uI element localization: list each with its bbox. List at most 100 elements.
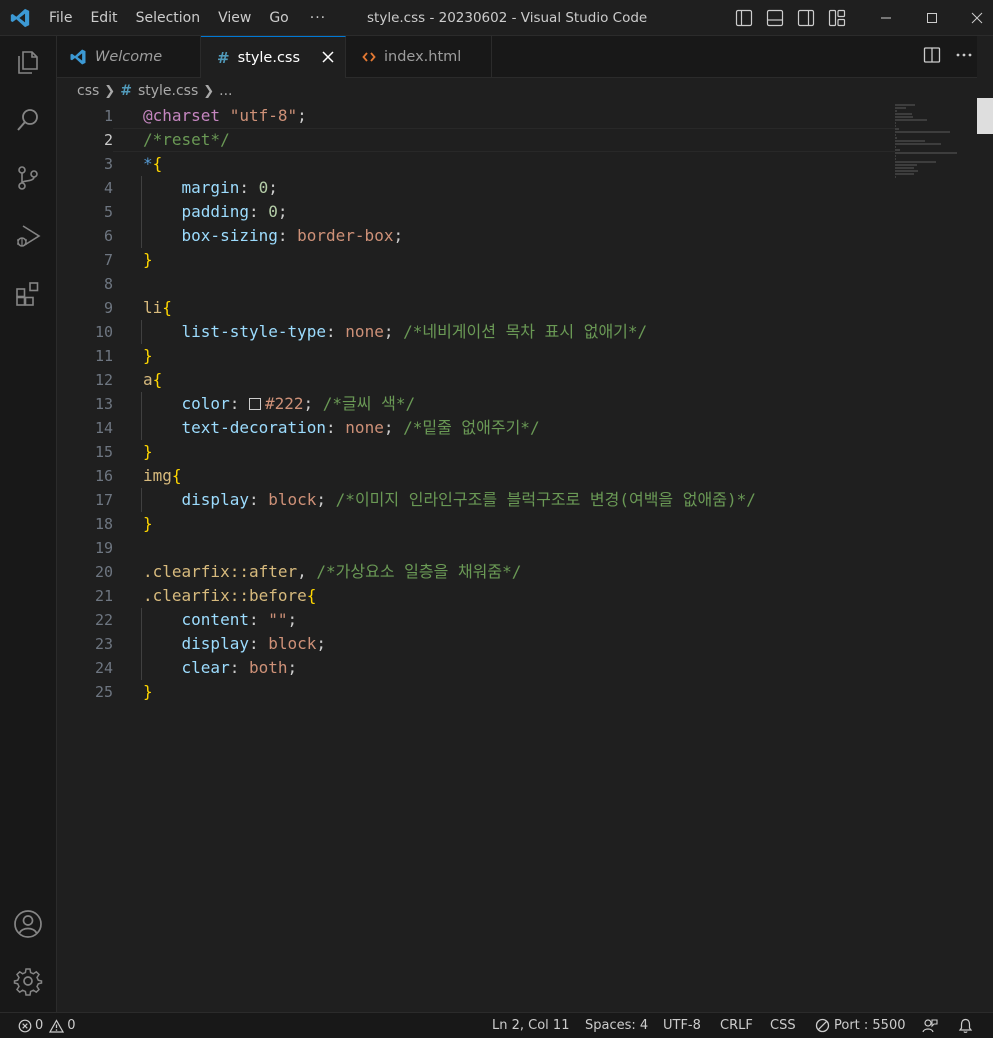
problems-indicator[interactable]: 0 0 bbox=[18, 1013, 76, 1038]
menu-go[interactable]: Go bbox=[260, 0, 297, 36]
vscode-logo-icon[interactable] bbox=[9, 7, 31, 29]
code-editor[interactable]: 1 2 3 4 5 6 7 8 9 10 11 12 13 14 15 16 17 18 19 20 21 22 23 24 2… bbox=[57, 104, 977, 1012]
minimap-row bbox=[895, 110, 898, 112]
encoding-setting[interactable]: UTF-8 bbox=[663, 1013, 701, 1038]
warning-count: 0 bbox=[67, 1018, 76, 1033]
code-line: /*reset*/ bbox=[143, 128, 893, 152]
customize-layout-icon[interactable] bbox=[828, 9, 846, 27]
minimap-row bbox=[895, 113, 912, 115]
breadcrumb-folder[interactable]: css bbox=[77, 83, 99, 99]
line-number: 14 bbox=[94, 419, 113, 437]
code-area[interactable]: @charset "utf-8"; /*reset*/ *{ margin: 0… bbox=[141, 104, 893, 704]
string-value: "utf-8" bbox=[229, 106, 298, 125]
window-controls bbox=[863, 0, 993, 36]
tab-index-html[interactable]: index.html bbox=[346, 36, 492, 78]
color-swatch[interactable] bbox=[248, 398, 261, 410]
code-line: } bbox=[143, 514, 153, 533]
menu-file[interactable]: File bbox=[40, 0, 81, 36]
close-tab-button[interactable] bbox=[321, 50, 335, 68]
line-number: 10 bbox=[94, 323, 113, 341]
value: block bbox=[268, 490, 317, 509]
line-number: 6 bbox=[103, 227, 113, 245]
close-window-button[interactable] bbox=[955, 0, 993, 36]
port-label: Port : 5500 bbox=[834, 1018, 906, 1033]
value: both bbox=[248, 658, 288, 677]
minimap[interactable] bbox=[895, 104, 975, 178]
minimap-row bbox=[895, 140, 925, 142]
menu-view[interactable]: View bbox=[209, 0, 260, 36]
explorer-button[interactable] bbox=[12, 46, 44, 78]
code-line: padding: 0; bbox=[141, 200, 893, 224]
minimap-row bbox=[895, 107, 906, 109]
tab-welcome[interactable]: Welcome bbox=[57, 36, 201, 78]
tab-style-css[interactable]: # style.css bbox=[201, 36, 346, 78]
accounts-button[interactable] bbox=[12, 908, 44, 940]
cursor-position[interactable]: Ln 2, Col 11 bbox=[492, 1013, 569, 1038]
value: border-box bbox=[297, 226, 394, 245]
more-actions-button[interactable] bbox=[955, 46, 973, 68]
line-number: 20 bbox=[94, 563, 113, 581]
eol-setting[interactable]: CRLF bbox=[720, 1013, 753, 1038]
comment: /*이미지 인라인구조를 블럭구조로 변경(여백을 없애줌)*/ bbox=[335, 490, 756, 509]
minimize-button[interactable] bbox=[863, 0, 909, 36]
search-icon bbox=[17, 109, 38, 131]
value: none bbox=[345, 418, 384, 437]
search-view-button[interactable] bbox=[12, 104, 44, 136]
line-number: 1 bbox=[103, 107, 113, 125]
value: 0 bbox=[258, 178, 269, 197]
line-number: 25 bbox=[94, 683, 113, 701]
tab-label: style.css bbox=[237, 49, 301, 66]
toggle-secondary-sidebar-icon[interactable] bbox=[797, 9, 815, 27]
code-line: color: #222; /*글씨 색*/ bbox=[141, 392, 893, 416]
minimap-row bbox=[895, 137, 898, 139]
chevron-right-icon: ❯ bbox=[104, 83, 116, 99]
ellipsis-icon bbox=[956, 53, 972, 57]
code-line: } bbox=[143, 346, 153, 365]
error-icon bbox=[18, 1019, 32, 1032]
maximize-icon bbox=[927, 13, 937, 23]
breadcrumb-file[interactable]: style.css bbox=[138, 83, 198, 99]
code-line: a{ bbox=[143, 370, 163, 389]
title-bar: File Edit Selection View Go ··· style.cs… bbox=[0, 0, 993, 36]
maximize-button[interactable] bbox=[909, 0, 955, 36]
property: content bbox=[181, 610, 249, 629]
comment: /*reset*/ bbox=[143, 130, 230, 149]
run-debug-button[interactable] bbox=[12, 220, 44, 252]
minimize-icon bbox=[881, 17, 891, 19]
editor-actions bbox=[923, 36, 977, 78]
code-line: } bbox=[143, 250, 153, 269]
line-number: 11 bbox=[94, 347, 113, 365]
menu-more-button[interactable]: ··· bbox=[298, 0, 338, 36]
indentation-setting[interactable]: Spaces: 4 bbox=[585, 1013, 648, 1038]
minimap-row bbox=[895, 158, 897, 160]
live-server-port[interactable]: Port : 5500 bbox=[815, 1013, 906, 1038]
notifications-button[interactable] bbox=[958, 1013, 973, 1038]
line-number: 3 bbox=[103, 155, 113, 173]
value: #222 bbox=[264, 394, 304, 413]
toggle-primary-sidebar-icon[interactable] bbox=[735, 9, 753, 27]
minimap-row bbox=[895, 152, 958, 154]
breadcrumb-symbol[interactable]: ... bbox=[219, 83, 232, 99]
language-mode[interactable]: CSS bbox=[770, 1013, 796, 1038]
menu-selection[interactable]: Selection bbox=[127, 0, 210, 36]
scrollbar-thumb[interactable] bbox=[977, 98, 993, 134]
code-line: } bbox=[143, 682, 153, 701]
minimap-row bbox=[895, 131, 951, 133]
toggle-panel-icon[interactable] bbox=[766, 9, 784, 27]
feedback-button[interactable] bbox=[922, 1013, 938, 1038]
run-debug-icon bbox=[17, 225, 41, 247]
vertical-scrollbar[interactable] bbox=[977, 36, 993, 1012]
line-number: 2 bbox=[103, 131, 113, 149]
code-line: } bbox=[143, 442, 153, 461]
close-icon bbox=[971, 12, 983, 24]
extensions-button[interactable] bbox=[12, 278, 44, 310]
layout-controls bbox=[735, 9, 846, 27]
menu-bar: File Edit Selection View Go ··· bbox=[40, 0, 338, 36]
property: box-sizing bbox=[181, 226, 278, 245]
manage-button[interactable] bbox=[12, 965, 44, 997]
minimap-row bbox=[895, 128, 899, 130]
source-control-button[interactable] bbox=[12, 162, 44, 194]
bell-icon bbox=[958, 1018, 973, 1033]
split-editor-button[interactable] bbox=[923, 46, 941, 68]
menu-edit[interactable]: Edit bbox=[81, 0, 126, 36]
